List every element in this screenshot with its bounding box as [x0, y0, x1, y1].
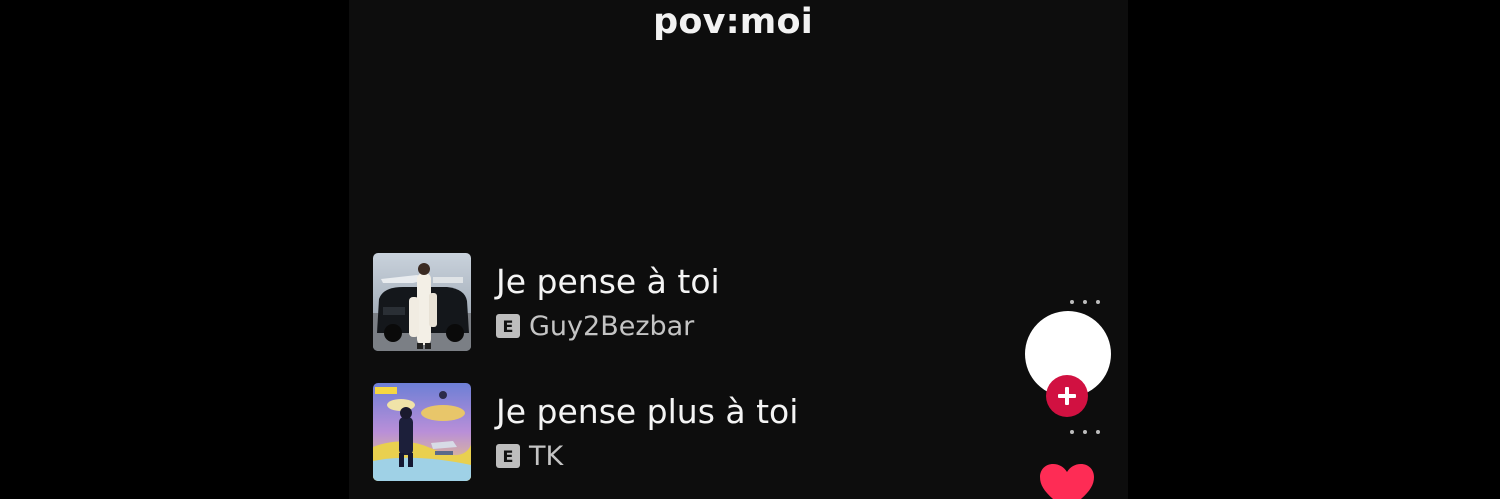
video-frame: pov:moi Je pense à toi E Guy2Bezbar Je p… [0, 0, 1500, 499]
explicit-badge: E [496, 444, 520, 468]
track-artist: Guy2Bezbar [529, 310, 695, 342]
plus-icon [1058, 387, 1076, 405]
heart-icon [1040, 464, 1094, 499]
more-options-icon[interactable] [1070, 427, 1100, 437]
like-button[interactable] [1038, 462, 1096, 499]
track-artist: TK [529, 440, 564, 472]
follow-button[interactable] [1046, 375, 1088, 417]
explicit-badge: E [496, 314, 520, 338]
track-row[interactable]: Je pense à toi E Guy2Bezbar [373, 253, 973, 351]
artist-row: E Guy2Bezbar [496, 310, 695, 342]
video-caption: pov:moi [653, 2, 813, 42]
album-cover [373, 383, 471, 481]
more-options-icon[interactable] [1070, 297, 1100, 307]
album-cover [373, 253, 471, 351]
artist-row: E TK [496, 440, 564, 472]
phone-screen: pov:moi Je pense à toi E Guy2Bezbar Je p… [349, 0, 1128, 499]
track-row[interactable]: Je pense plus à toi E TK [373, 383, 973, 481]
track-title: Je pense plus à toi [496, 392, 799, 431]
track-title: Je pense à toi [496, 262, 720, 301]
